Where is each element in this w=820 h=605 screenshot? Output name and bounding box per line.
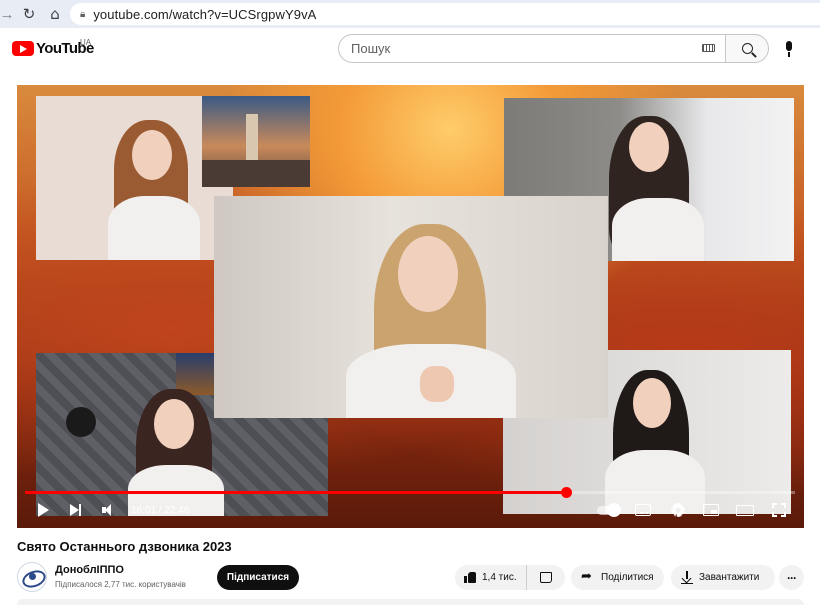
theater-mode-button[interactable] (734, 498, 756, 522)
theater-mode-icon (736, 504, 754, 516)
video-title: Свято Останнього дзвоника 2023 (17, 539, 232, 554)
fullscreen-button[interactable] (770, 498, 788, 522)
miniplayer-button[interactable] (701, 498, 721, 522)
download-label: Завантажити (699, 572, 760, 583)
video-player[interactable]: 16:01 / 22:46 (17, 85, 804, 528)
fullscreen-icon (772, 503, 786, 517)
next-icon (70, 504, 81, 516)
arrow-right-icon[interactable]: → (0, 3, 15, 25)
player-controls: 16:01 / 22:46 (17, 498, 804, 526)
video-tile-center (214, 196, 608, 418)
more-actions-button[interactable]: ··· (779, 565, 804, 590)
autoplay-icon (597, 502, 621, 517)
browser-toolbar: → ↻ ⌂ 🔒︎ youtube.com/watch?v=UCSrgpwY9vA (0, 0, 820, 28)
share-button[interactable]: Поділитися (571, 565, 664, 590)
youtube-play-icon (12, 41, 34, 56)
subscriber-count: Підписалося 2,77 тис. користувачів (55, 580, 186, 589)
country-code: UA (80, 38, 92, 47)
microphone-icon[interactable] (782, 41, 796, 57)
time-display-text: 16:01 / 22:46 (131, 504, 190, 516)
play-icon (37, 503, 49, 517)
subtitles-button[interactable] (633, 498, 653, 522)
home-icon[interactable]: ⌂ (44, 3, 66, 25)
search-placeholder: Пошук (351, 41, 391, 56)
progress-fill (25, 491, 567, 494)
gear-icon (671, 503, 685, 517)
description-box[interactable] (17, 599, 804, 605)
download-icon (681, 571, 693, 584)
like-button[interactable]: 1,4 тис. (455, 565, 527, 590)
channel-avatar[interactable] (17, 562, 47, 592)
url-text[interactable]: youtube.com/watch?v=UCSrgpwY9vA (93, 7, 316, 22)
volume-icon (102, 504, 116, 516)
miniplayer-icon (703, 504, 719, 516)
thumb-down-icon (540, 572, 552, 583)
like-count: 1,4 тис. (482, 572, 517, 583)
settings-button[interactable] (668, 498, 688, 522)
search-icon (741, 43, 753, 54)
search-button[interactable] (725, 34, 769, 63)
site-info-icon[interactable]: 🔒︎ (80, 9, 85, 20)
share-icon (581, 569, 595, 584)
search-input[interactable]: Пошук (338, 34, 726, 63)
thumb-up-icon (464, 572, 476, 583)
subtitles-icon (635, 504, 651, 516)
next-button[interactable] (67, 498, 83, 522)
download-button[interactable]: Завантажити (671, 565, 775, 590)
time-display: 16:01 / 22:46 (131, 498, 189, 522)
subscribe-button[interactable]: Підписатися (217, 565, 299, 590)
share-label: Поділитися (601, 572, 654, 583)
reload-icon[interactable]: ↻ (18, 3, 40, 25)
channel-name[interactable]: ДоноблІППО (55, 564, 124, 576)
address-bar[interactable]: 🔒︎ youtube.com/watch?v=UCSrgpwY9vA (70, 3, 820, 25)
keyboard-icon[interactable] (702, 44, 715, 52)
lighthouse-image (202, 96, 310, 187)
more-icon: ··· (787, 570, 797, 585)
like-dislike-group: 1,4 тис. (455, 565, 565, 590)
youtube-header: YouTube UA Пошук (0, 28, 820, 70)
autoplay-toggle[interactable] (595, 498, 621, 522)
play-button[interactable] (35, 498, 51, 522)
progress-bar[interactable] (25, 487, 795, 498)
dislike-button[interactable] (527, 565, 565, 590)
mute-button[interactable] (101, 498, 117, 522)
